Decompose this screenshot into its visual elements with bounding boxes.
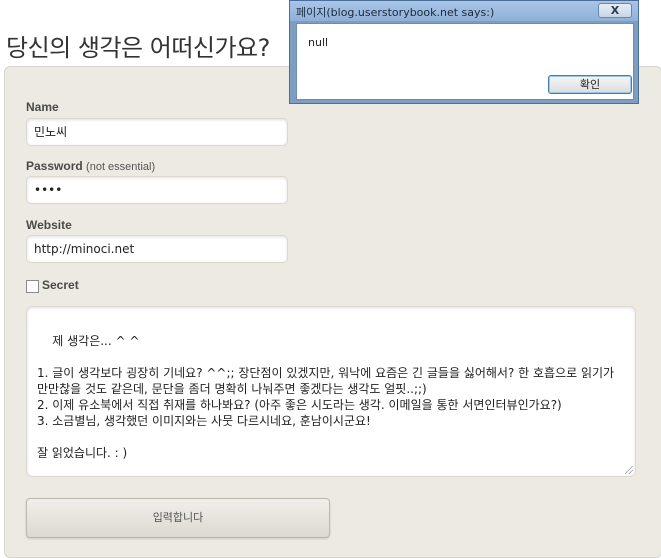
password-input[interactable]: •••• — [26, 176, 288, 204]
password-label-text: Password — [26, 159, 83, 173]
page-title: 당신의 생각은 어떠신가요? — [6, 34, 270, 62]
name-label: Name — [26, 100, 59, 114]
alert-dialog: 페이지(blog.userstorybook.net says:) X null… — [289, 0, 639, 104]
secret-label: Secret — [42, 278, 79, 292]
submit-button[interactable]: 입력합니다 — [26, 498, 330, 538]
comment-text: 제 생각은... ^ ^ 1. 글이 생각보다 굉장히 기네요? ^^;; 장단… — [37, 334, 615, 460]
dialog-body: null 확인 — [296, 23, 634, 100]
close-icon[interactable]: X — [598, 3, 632, 18]
comment-textarea[interactable]: 제 생각은... ^ ^ 1. 글이 생각보다 굉장히 기네요? ^^;; 장단… — [26, 306, 636, 477]
dialog-titlebar[interactable]: 페이지(blog.userstorybook.net says:) X — [290, 1, 638, 21]
dialog-message: null — [308, 36, 329, 49]
resize-grip-icon[interactable] — [625, 466, 633, 474]
website-input[interactable]: http://minoci.net — [26, 235, 288, 263]
comment-form: Name 민노씨 Password (not essential) •••• W… — [4, 66, 661, 558]
name-input[interactable]: 민노씨 — [26, 118, 288, 146]
password-hint: (not essential) — [86, 161, 156, 173]
password-label: Password (not essential) — [26, 159, 155, 173]
secret-checkbox[interactable] — [26, 280, 39, 293]
ok-button[interactable]: 확인 — [548, 75, 632, 94]
dialog-title: 페이지(blog.userstorybook.net says:) — [296, 6, 495, 19]
website-label: Website — [26, 218, 72, 232]
